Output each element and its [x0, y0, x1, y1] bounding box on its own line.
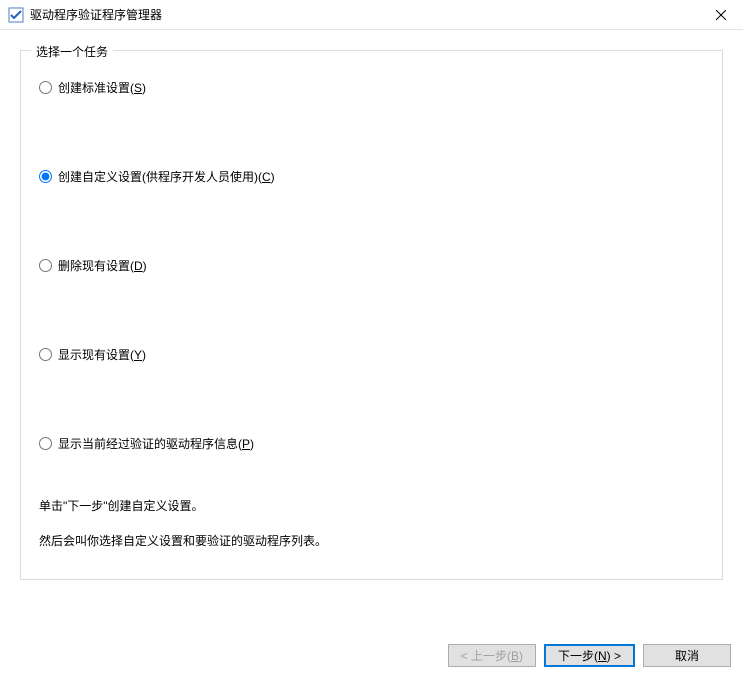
radio-label: 创建自定义设置(供程序开发人员使用)(C): [58, 168, 275, 185]
groupbox-legend: 选择一个任务: [31, 43, 113, 60]
back-button: < 上一步(B): [448, 644, 536, 667]
app-icon: [8, 7, 24, 23]
radio-input[interactable]: [39, 437, 52, 450]
radio-create-custom[interactable]: 创建自定义设置(供程序开发人员使用)(C): [39, 168, 704, 185]
close-button[interactable]: [698, 0, 743, 30]
cancel-button[interactable]: 取消: [643, 644, 731, 667]
radio-label: 创建标准设置(S): [58, 79, 146, 96]
content-area: 选择一个任务 创建标准设置(S) 创建自定义设置(供程序开发人员使用)(C) 删…: [0, 30, 743, 629]
task-groupbox: 选择一个任务 创建标准设置(S) 创建自定义设置(供程序开发人员使用)(C) 删…: [20, 50, 723, 580]
radio-label: 显示当前经过验证的驱动程序信息(P): [58, 435, 254, 452]
desc-line-2: 然后会叫你选择自定义设置和要验证的驱动程序列表。: [39, 527, 704, 556]
titlebar: 驱动程序验证程序管理器: [0, 0, 743, 30]
description-text: 单击"下一步"创建自定义设置。 然后会叫你选择自定义设置和要验证的驱动程序列表。: [39, 492, 704, 556]
radio-show-settings[interactable]: 显示现有设置(Y): [39, 346, 704, 363]
radio-input[interactable]: [39, 259, 52, 272]
desc-line-1: 单击"下一步"创建自定义设置。: [39, 492, 704, 521]
radio-label: 显示现有设置(Y): [58, 346, 146, 363]
radio-label: 删除现有设置(D): [58, 257, 147, 274]
window-title: 驱动程序验证程序管理器: [30, 6, 698, 23]
radio-delete-settings[interactable]: 删除现有设置(D): [39, 257, 704, 274]
radio-list: 创建标准设置(S) 创建自定义设置(供程序开发人员使用)(C) 删除现有设置(D…: [39, 71, 704, 492]
radio-input[interactable]: [39, 348, 52, 361]
radio-input[interactable]: [39, 170, 52, 183]
next-button[interactable]: 下一步(N) >: [544, 644, 635, 667]
radio-show-verified[interactable]: 显示当前经过验证的驱动程序信息(P): [39, 435, 704, 452]
radio-create-standard[interactable]: 创建标准设置(S): [39, 79, 704, 96]
button-bar: < 上一步(B) 下一步(N) > 取消: [448, 644, 731, 667]
radio-input[interactable]: [39, 81, 52, 94]
